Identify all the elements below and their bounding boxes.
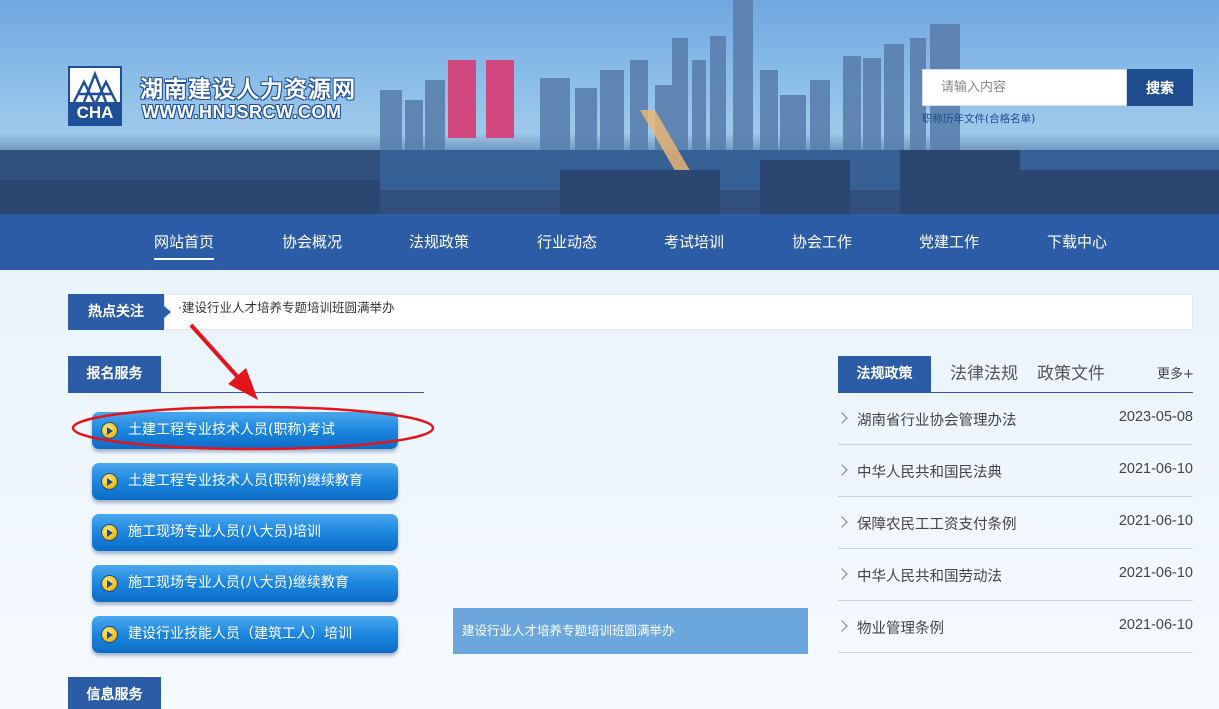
news-slide-caption[interactable]: 建设行业人才培养专题培训班圆满举办 [453, 608, 808, 654]
law-list-item[interactable]: 中华人民共和国民法典 2021-06-10 [836, 445, 1193, 497]
arrow-circle-icon [101, 524, 118, 541]
registration-section-title: 报名服务 [68, 356, 161, 393]
reg-button-site-staff-education[interactable]: 施工现场专业人员(八大员)继续教育 [92, 565, 398, 602]
info-section-title: 信息服务 [68, 677, 161, 709]
law-list-item[interactable]: 物业管理条例 2021-06-10 [836, 601, 1193, 653]
law-list-item[interactable]: 中华人民共和国劳动法 2021-06-10 [836, 549, 1193, 601]
hot-news-link[interactable]: ·建设行业人才培养专题培训班圆满举办 [178, 297, 394, 316]
reg-button-skilled-worker-training[interactable]: 建设行业技能人员（建筑工人）培训 [92, 616, 398, 653]
law-item-title: 湖南省行业协会管理办法 [857, 413, 1017, 429]
reg-button-label: 施工现场专业人员(八大员)培训 [128, 524, 321, 540]
law-item-date: 2021-06-10 [1118, 461, 1193, 477]
more-link[interactable]: 更多+ [1157, 356, 1194, 393]
law-list-item[interactable]: 保障农民工工资支付条例 2021-06-10 [836, 497, 1193, 549]
annotation-arrow-head [228, 368, 258, 400]
reg-button-label: 土建工程专业技术人员(职称)考试 [128, 422, 335, 438]
header-banner: CHA 湖南建设人力资源网 WWW.HNJSRCW.COM 搜索 职称历年文件(… [0, 0, 1219, 214]
annotation-arrow-shaft [189, 323, 246, 386]
reg-button-label: 土建工程专业技术人员(职称)继续教育 [128, 473, 363, 489]
search-input[interactable] [922, 69, 1127, 106]
news-slide-image[interactable] [453, 356, 808, 608]
chevron-right-icon [836, 412, 848, 424]
hot-news-label: 热点关注 [68, 294, 171, 330]
nav-item-downloads[interactable]: 下载中心 [1047, 214, 1107, 270]
chevron-right-icon [836, 620, 848, 632]
logo-building-icon [72, 70, 118, 103]
logo-text: CHA [70, 102, 120, 124]
law-list-item[interactable]: 湖南省行业协会管理办法 2023-05-08 [836, 393, 1193, 445]
site-url: WWW.HNJSRCW.COM [142, 102, 342, 122]
site-title: 湖南建设人力资源网 [140, 77, 356, 103]
chevron-right-icon [836, 516, 848, 528]
chevron-right-icon [836, 568, 848, 580]
law-item-date: 2023-05-08 [1118, 409, 1193, 425]
law-item-title: 物业管理条例 [857, 621, 944, 637]
law-item-title: 中华人民共和国劳动法 [857, 569, 1002, 585]
reg-button-label: 施工现场专业人员(八大员)继续教育 [128, 575, 349, 591]
law-item-title: 中华人民共和国民法典 [857, 465, 1002, 481]
nav-item-home[interactable]: 网站首页 [154, 214, 215, 270]
registration-divider [68, 392, 424, 393]
arrow-circle-icon [101, 575, 118, 592]
law-item-title: 保障农民工工资支付条例 [857, 517, 1017, 533]
nav-item-industry-news[interactable]: 行业动态 [537, 214, 597, 270]
nav-item-exam-training[interactable]: 考试培训 [664, 214, 724, 270]
reg-button-label: 建设行业技能人员（建筑工人）培训 [128, 626, 352, 642]
reg-button-site-staff-training[interactable]: 施工现场专业人员(八大员)培训 [92, 514, 398, 551]
nav-item-party-work[interactable]: 党建工作 [919, 214, 979, 270]
main-nav: 网站首页 协会概况 法规政策 行业动态 考试培训 协会工作 党建工作 下载中心 [0, 214, 1219, 270]
tab-laws[interactable]: 法律法规 [950, 356, 1018, 393]
chevron-right-icon [836, 464, 848, 476]
tab-policy-documents[interactable]: 政策文件 [1037, 356, 1105, 393]
law-item-date: 2021-06-10 [1118, 565, 1193, 581]
search-hint-link[interactable]: 职称历年文件(合格名单) [922, 111, 1035, 126]
search-button[interactable]: 搜索 [1127, 69, 1193, 106]
arrow-circle-icon [101, 422, 118, 439]
arrow-circle-icon [101, 473, 118, 490]
law-item-date: 2021-06-10 [1118, 617, 1193, 633]
reg-button-civil-title-exam[interactable]: 土建工程专业技术人员(职称)考试 [92, 412, 398, 449]
arrow-circle-icon [101, 626, 118, 643]
nav-item-regulations[interactable]: 法规政策 [409, 214, 469, 270]
nav-item-association-work[interactable]: 协会工作 [792, 214, 852, 270]
law-item-date: 2021-06-10 [1118, 513, 1193, 529]
reg-button-civil-title-education[interactable]: 土建工程专业技术人员(职称)继续教育 [92, 463, 398, 500]
site-logo[interactable]: CHA [68, 66, 122, 126]
tab-regulations[interactable]: 法规政策 [838, 356, 931, 393]
nav-item-about[interactable]: 协会概况 [282, 214, 342, 270]
